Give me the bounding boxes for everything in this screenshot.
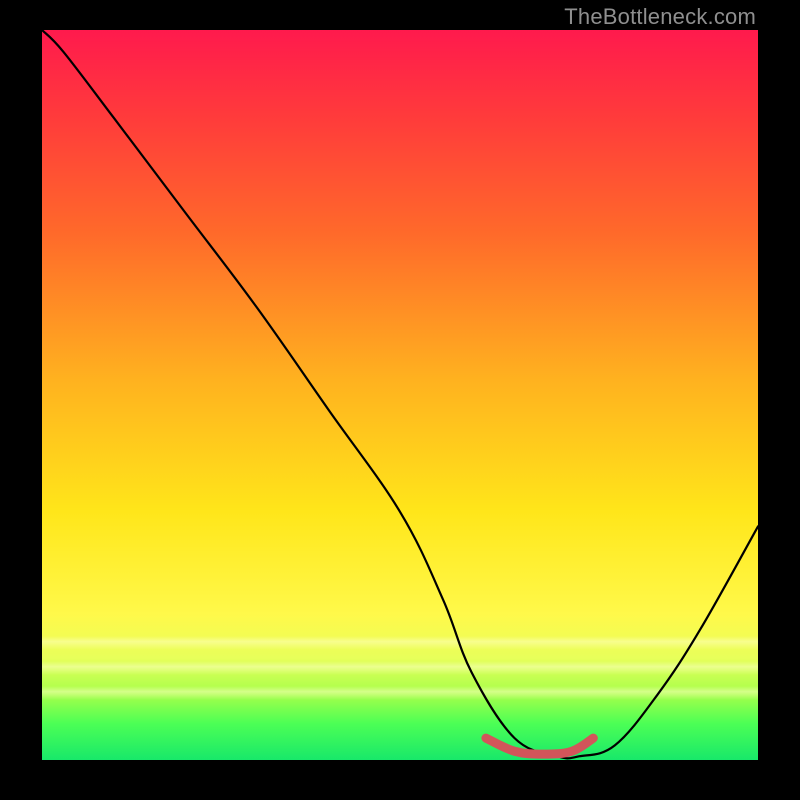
chart-plot-area (42, 30, 758, 760)
chart-svg (42, 30, 758, 760)
series-layer (42, 30, 758, 758)
watermark-text: TheBottleneck.com (564, 4, 756, 30)
series-optimal-segment (486, 738, 593, 754)
series-bottleneck-curve (42, 30, 758, 758)
chart-frame: TheBottleneck.com (0, 0, 800, 800)
